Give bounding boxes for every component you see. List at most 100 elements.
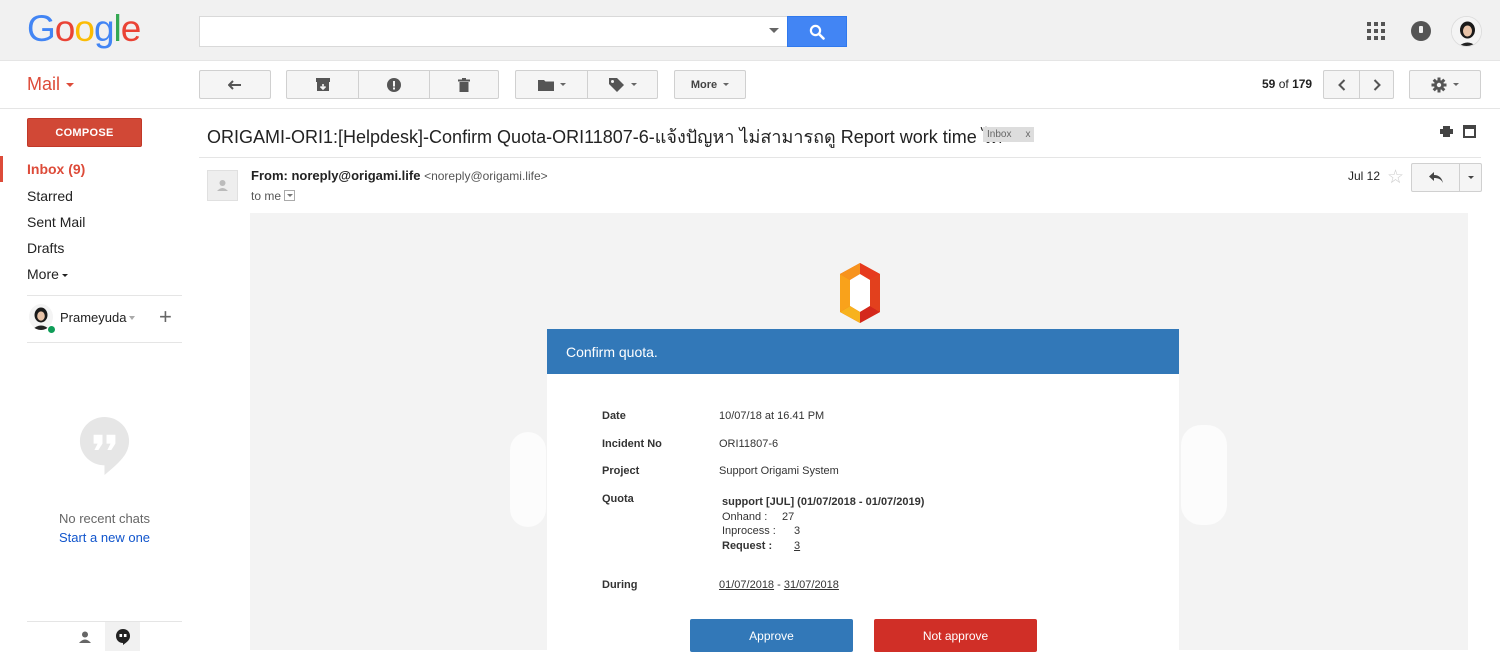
search-input[interactable] [200,17,760,46]
show-details-icon[interactable] [284,190,296,202]
during-label: During [602,579,638,591]
during-value: 01/07/2018 - 31/07/2018 [719,579,839,591]
sidebar-item-more[interactable]: More [27,266,68,282]
inprocess-label: Inprocess : [722,525,776,537]
more-label: More [690,78,718,91]
back-arrow-icon [228,79,241,90]
message-divider [199,157,1481,158]
email-subject: ORIGAMI-ORI1:[Helpdesk]-Confirm Quota-OR… [207,127,1003,147]
account-avatar[interactable] [1451,16,1482,47]
sidebar-item-drafts[interactable]: Drafts [27,240,64,256]
quota-label: Quota [602,493,634,505]
open-in-new-window-icon[interactable] [1463,125,1476,138]
request-value[interactable]: 3 [794,540,800,552]
hangouts-bottom-tabs [27,621,182,651]
move-to-button[interactable] [516,71,587,98]
date-value: 10/07/18 at 16.41 PM [719,410,824,422]
hangouts-user[interactable]: Prameyuda + [27,303,182,334]
contacts-tab[interactable] [67,622,102,651]
sidebar-item-sent-mail[interactable]: Sent Mail [27,214,85,230]
message-date: Jul 12 [1348,169,1381,183]
onhand-label: Onhand : [722,510,768,523]
notifications-icon[interactable] [1411,21,1431,41]
logo-letter: g [93,8,115,49]
active-indicator [0,156,3,182]
more-reply-options-button[interactable] [1460,164,1481,191]
mail-app-switcher[interactable]: Mail [27,74,75,95]
logo-letter: e [120,8,142,49]
quota-details: support [JUL] (01/07/2018 - 01/07/2019) … [722,495,924,553]
caret-down-icon [559,83,566,86]
archive-button[interactable] [287,71,358,98]
inprocess-row: Inprocess : 3 [722,524,924,539]
archive-icon [315,78,330,91]
pager-of: of [1278,77,1289,91]
hangouts-icon [115,628,130,645]
organize-button-group [515,70,658,99]
apps-grid-icon[interactable] [1367,22,1385,40]
back-button[interactable] [199,70,271,99]
search-button[interactable] [787,16,847,47]
search-options-caret-icon[interactable] [769,28,779,33]
during-start-date[interactable]: 01/07/2018 [719,579,774,591]
top-header: Google [0,0,1500,61]
inprocess-value: 3 [794,525,801,537]
person-photo-icon [1452,17,1481,46]
spam-icon [387,77,401,92]
delete-button[interactable] [429,71,498,98]
caret-down-icon [61,273,68,277]
hangouts-tab[interactable] [105,622,140,651]
caret-down-icon [1467,176,1474,179]
sidebar-item-starred[interactable]: Starred [27,188,73,204]
incident-value: ORI11807-6 [719,438,779,450]
during-separator: - [777,579,781,591]
not-approve-button[interactable]: Not approve [874,619,1037,652]
add-chat-icon[interactable]: + [159,304,172,330]
quota-title: support [JUL] (01/07/2018 - 01/07/2019) [722,496,925,508]
remove-label-icon[interactable]: x [1025,129,1030,140]
sender-avatar [207,170,238,201]
caret-down-icon [1453,83,1459,86]
inbox-label-tag[interactable]: Inbox x [983,127,1035,142]
google-logo[interactable]: Google [27,8,142,50]
star-icon[interactable]: ☆ [1387,166,1404,189]
request-row: Request : 3 [722,539,924,554]
folder-icon [537,79,554,91]
pager-button-group [1323,70,1394,99]
newer-button[interactable] [1324,71,1359,98]
user-name: Prameyuda [60,310,127,325]
caret-down-icon[interactable] [129,316,135,320]
to-text: to me [251,189,282,203]
decorative-shape [510,432,546,527]
onhand-value: 27 [782,510,795,523]
caret-down-icon [66,83,75,88]
report-spam-button[interactable] [358,71,429,98]
date-value-text: 10/07/18 at 16.41 PM [719,410,825,422]
chevron-right-icon [1373,78,1381,91]
gear-icon [1431,77,1447,92]
sidebar-divider [27,342,182,343]
older-button[interactable] [1359,71,1393,98]
onhand-row: Onhand : 27 [722,510,924,525]
sender-email[interactable]: noreply@origami.life [291,168,420,183]
logo-letter: G [27,8,56,49]
more-actions-button[interactable]: More [674,70,746,99]
settings-button[interactable] [1409,70,1481,99]
labels-button[interactable] [587,71,657,98]
approve-button[interactable]: Approve [690,619,853,652]
origami-logo [840,263,880,323]
hangouts-quote-icon [79,417,130,475]
request-label: Request : [722,539,773,552]
incident-label: Incident No [602,438,662,450]
online-status-icon [47,325,56,334]
sender-line: From: noreply@origami.life <noreply@orig… [251,168,548,183]
mail-label: Mail [27,74,61,94]
start-chat-link[interactable]: Start a new one [27,530,182,545]
during-end-date[interactable]: 31/07/2018 [784,579,839,591]
sidebar-item-inbox[interactable]: Inbox (9) [27,161,85,177]
compose-button[interactable]: COMPOSE [27,118,142,147]
print-icon[interactable] [1440,126,1453,137]
project-label: Project [602,465,640,477]
caret-down-icon [723,83,730,86]
reply-button[interactable] [1412,164,1460,191]
